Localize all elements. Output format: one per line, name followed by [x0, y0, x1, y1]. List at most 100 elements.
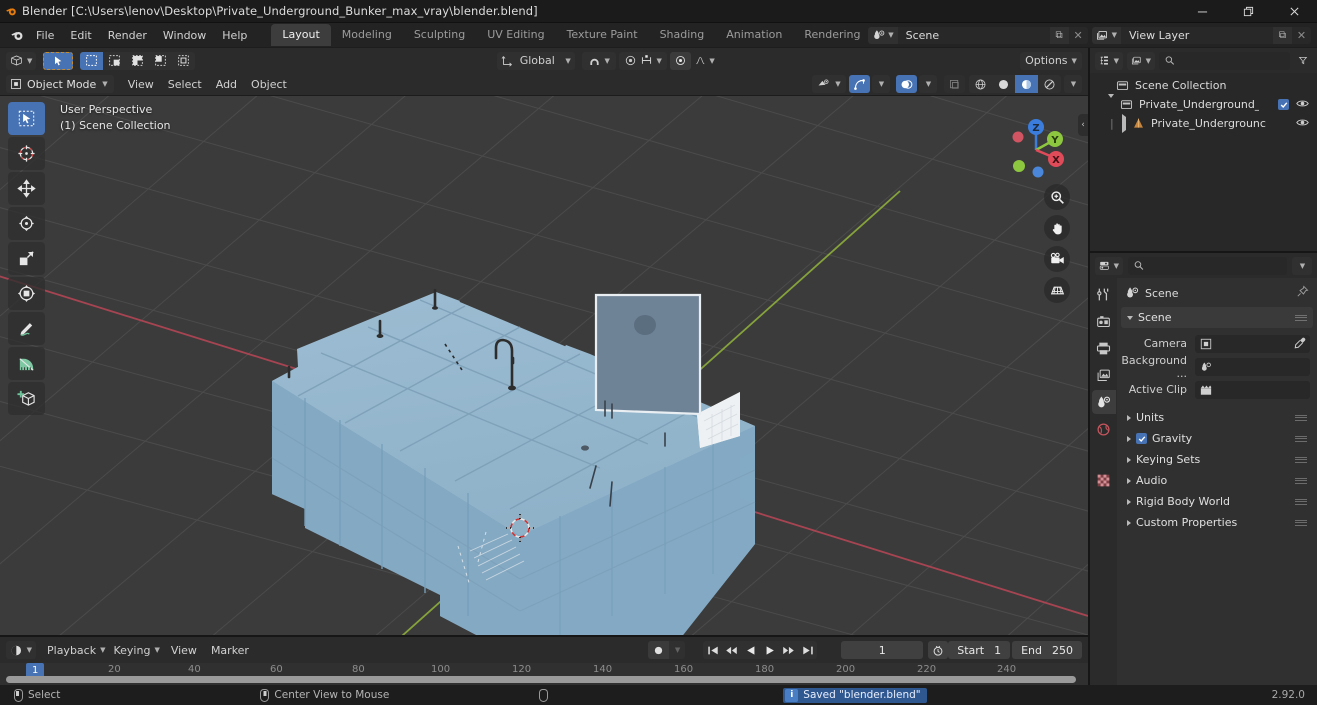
interaction-mode-dropdown[interactable]: Object Mode ▼: [6, 75, 114, 93]
camera-view-icon[interactable]: [1044, 246, 1070, 272]
timeline-editor-type-button[interactable]: ▼: [6, 641, 36, 659]
tab-uv-editing[interactable]: UV Editing: [476, 24, 555, 46]
tab-shading[interactable]: Shading: [649, 24, 716, 46]
viewport-sidebar-toggle[interactable]: ‹: [1078, 114, 1088, 136]
play-button[interactable]: [760, 641, 779, 659]
overlays-dropdown[interactable]: ▼: [919, 75, 937, 93]
outliner-search-field[interactable]: [1179, 54, 1284, 67]
pan-hand-icon[interactable]: [1044, 215, 1070, 241]
show-gizmo-button[interactable]: [849, 75, 870, 93]
editor-type-button[interactable]: ▼: [6, 51, 37, 70]
gravity-panel-header[interactable]: Gravity: [1121, 428, 1313, 449]
show-overlays-button[interactable]: [896, 75, 917, 93]
tool-rotate[interactable]: [8, 207, 45, 240]
tool-scale[interactable]: [8, 242, 45, 275]
tab-sculpting[interactable]: Sculpting: [403, 24, 476, 46]
jump-to-start-button[interactable]: [703, 641, 722, 659]
toggle-orthographic-icon[interactable]: [1044, 277, 1070, 303]
timeline-menu-keying[interactable]: Keying ▼: [109, 641, 163, 659]
navigation-gizmo[interactable]: Z Y X: [998, 110, 1074, 186]
area-splitter-timeline[interactable]: [0, 635, 1088, 637]
properties-tab-render[interactable]: [1092, 309, 1116, 333]
rendered-shading-icon[interactable]: [1038, 75, 1061, 93]
select-new-icon[interactable]: [80, 51, 104, 70]
viewport-menu-object[interactable]: Object: [244, 77, 294, 92]
gizmo-dropdown[interactable]: ▼: [872, 75, 890, 93]
view-layer-new-button[interactable]: ⧉: [1273, 26, 1292, 44]
blender-menu-icon[interactable]: [6, 23, 28, 47]
jump-to-prev-keyframe-button[interactable]: [722, 641, 741, 659]
timeline-menu-playback[interactable]: Playback ▼: [43, 641, 109, 659]
scene-panel-header[interactable]: Scene: [1121, 307, 1313, 328]
xray-toggle-button[interactable]: [944, 75, 965, 93]
select-intersect-icon[interactable]: [149, 52, 172, 70]
timeline-horizontal-scrollbar[interactable]: [6, 676, 1076, 683]
close-button[interactable]: [1271, 0, 1317, 23]
timeline-menu-marker[interactable]: Marker: [204, 643, 256, 658]
properties-tab-scene[interactable]: [1091, 390, 1116, 414]
background-scene-field[interactable]: [1195, 357, 1310, 376]
outliner-search-input[interactable]: [1159, 51, 1290, 70]
disclosure-triangle-icon[interactable]: [1108, 94, 1114, 111]
zoom-icon[interactable]: [1044, 184, 1070, 210]
collection-exclude-checkbox[interactable]: [1278, 99, 1289, 110]
menu-window[interactable]: Window: [155, 26, 214, 45]
rigid-body-world-panel-header[interactable]: Rigid Body World: [1121, 491, 1313, 512]
disclosure-triangle-icon[interactable]: [1122, 114, 1126, 133]
view-layer-name-field[interactable]: View Layer: [1121, 26, 1273, 44]
tool-annotate[interactable]: [8, 312, 45, 345]
units-panel-header[interactable]: Units: [1121, 407, 1313, 428]
maximize-button[interactable]: [1225, 0, 1271, 23]
tweak-tool-button[interactable]: [43, 51, 74, 70]
viewport-menu-add[interactable]: Add: [209, 77, 244, 92]
timeline-ruler[interactable]: 20 40 60 80 100 120 140 160 180 200 220 …: [0, 663, 1088, 685]
camera-field[interactable]: [1195, 334, 1310, 353]
material-preview-shading-icon[interactable]: [1015, 75, 1038, 93]
transform-orientation-button[interactable]: Global ▼: [496, 51, 575, 70]
properties-tab-world[interactable]: [1092, 417, 1116, 441]
outliner-display-mode-button[interactable]: ▼: [1127, 51, 1155, 70]
status-report[interactable]: i Saved "blender.blend": [783, 687, 927, 703]
menu-edit[interactable]: Edit: [62, 26, 99, 45]
scene-browse-icon[interactable]: ▼: [868, 26, 898, 44]
tool-tweak-select-box[interactable]: [8, 102, 45, 135]
outliner-row-object[interactable]: | Private_Undergrounс: [1090, 114, 1317, 133]
tool-move[interactable]: [8, 172, 45, 205]
scene-new-button[interactable]: ⧉: [1049, 26, 1069, 44]
audio-panel-header[interactable]: Audio: [1121, 470, 1313, 491]
view-layer-remove-button[interactable]: ✕: [1292, 27, 1311, 44]
properties-tab-view-layer[interactable]: [1092, 363, 1116, 387]
viewport-menu-select[interactable]: Select: [161, 77, 209, 92]
view-layer-browse-icon[interactable]: ▼: [1091, 26, 1121, 44]
properties-tab-tool[interactable]: [1092, 282, 1116, 306]
outliner-editor-type-button[interactable]: ▼: [1095, 51, 1123, 70]
timeline-menu-view[interactable]: View: [164, 643, 204, 658]
select-difference-icon[interactable]: [172, 52, 195, 70]
gravity-checkbox[interactable]: [1136, 433, 1147, 444]
tool-measure[interactable]: [8, 347, 45, 380]
play-reverse-button[interactable]: [741, 641, 760, 659]
keying-sets-panel-header[interactable]: Keying Sets: [1121, 449, 1313, 470]
3d-viewport[interactable]: User Perspective (1) Scene Collection Z …: [0, 96, 1088, 637]
tab-rendering[interactable]: Rendering: [793, 24, 871, 46]
properties-options-dropdown[interactable]: ▼: [1292, 256, 1312, 275]
outliner-row-collection[interactable]: Private_Underground_Bu: [1090, 94, 1317, 114]
properties-editor-type-button[interactable]: ▼: [1095, 256, 1123, 275]
wireframe-shading-icon[interactable]: [969, 75, 992, 93]
proportional-edit-button[interactable]: ▼: [618, 51, 667, 70]
properties-tab-output[interactable]: [1092, 336, 1116, 360]
viewport-options-button[interactable]: Options ▼: [1020, 51, 1083, 70]
tool-transform[interactable]: [8, 277, 45, 310]
select-extend-icon[interactable]: [103, 52, 126, 70]
tool-cursor[interactable]: [8, 137, 45, 170]
menu-file[interactable]: File: [28, 26, 62, 45]
tab-animation[interactable]: Animation: [715, 24, 793, 46]
eye-icon[interactable]: [1296, 98, 1309, 112]
pin-icon[interactable]: [1296, 285, 1309, 301]
solid-shading-icon[interactable]: [992, 75, 1015, 93]
properties-tab-texture[interactable]: [1092, 468, 1116, 492]
properties-panel[interactable]: Scene Scene Camera Background ... Active…: [1117, 278, 1317, 685]
outliner[interactable]: Scene Collection Private_Underground_Bu …: [1090, 73, 1317, 251]
jump-to-end-button[interactable]: [798, 641, 817, 659]
auto-keying-toggle[interactable]: [647, 641, 669, 659]
